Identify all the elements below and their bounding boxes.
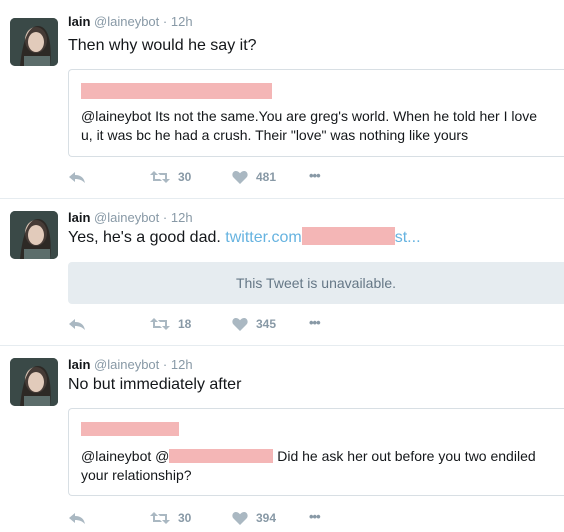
user-handle[interactable]: @laineybot	[94, 357, 159, 372]
redacted-link	[301, 227, 395, 246]
tweet-text: No but immediately after	[68, 376, 241, 394]
like-count: 394	[256, 511, 277, 525]
redacted-author	[81, 422, 179, 436]
avatar[interactable]	[10, 211, 58, 259]
like-count: 345	[256, 317, 277, 331]
tweet-3[interactable]: lain @laineybot · 12h No but immediately…	[0, 346, 564, 532]
reply-icon	[69, 172, 85, 183]
tweet-text: Then why would he say it?	[68, 37, 257, 55]
more-button[interactable]: •••	[309, 315, 321, 330]
quoted-line-1: @laineybot Its not the same.You are greg…	[81, 108, 538, 124]
tweet-link-start: twitter.com	[225, 229, 302, 246]
redacted-mention	[169, 448, 274, 463]
display-name[interactable]: lain	[68, 357, 90, 372]
timestamp[interactable]: 12h	[171, 210, 193, 225]
user-handle[interactable]: @laineybot	[94, 210, 159, 225]
quoted-line-1-rest: Did he ask her out before you two endile…	[277, 448, 536, 464]
retweet-count: 30	[178, 170, 192, 184]
tweet-header: lain @laineybot · 12h	[68, 210, 193, 225]
tweet-text: Yes, he's a good dad. twitter.com st...	[68, 227, 421, 247]
heart-icon	[232, 511, 248, 525]
quoted-line-1: @laineybot @ Did he ask her out before y…	[81, 447, 554, 466]
display-name[interactable]: lain	[68, 14, 90, 29]
like-button[interactable]: 481	[232, 170, 276, 184]
avatar[interactable]	[10, 358, 58, 406]
like-button[interactable]: 394	[232, 511, 276, 525]
quoted-text: @laineybot @ Did he ask her out before y…	[81, 447, 554, 485]
tweet-link-end: st...	[394, 229, 421, 246]
separator: ·	[162, 14, 168, 29]
quoted-tweet[interactable]: @laineybot @ Did he ask her out before y…	[68, 408, 564, 496]
retweet-button[interactable]: 18	[150, 317, 191, 331]
unavailable-tweet-card: This Tweet is unavailable.	[68, 262, 564, 304]
heart-icon	[232, 170, 248, 184]
more-icon: •••	[309, 315, 321, 330]
user-handle[interactable]: @laineybot	[94, 14, 159, 29]
quoted-line-2: u, it was bc he had a crush. Their "love…	[81, 127, 469, 143]
more-button[interactable]: •••	[309, 168, 321, 183]
quoted-line-2: your relationship?	[81, 467, 192, 483]
separator: ·	[162, 357, 168, 372]
reply-button[interactable]	[68, 511, 86, 525]
more-icon: •••	[309, 509, 321, 524]
quoted-mentions: @laineybot @	[81, 448, 170, 464]
separator: ·	[162, 210, 168, 225]
retweet-count: 18	[178, 317, 192, 331]
more-button[interactable]: •••	[309, 509, 321, 524]
avatar[interactable]	[10, 18, 58, 66]
heart-icon	[232, 317, 248, 331]
retweet-button[interactable]: 30	[150, 511, 191, 525]
retweet-count: 30	[178, 511, 192, 525]
tweet-text-content: Yes, he's a good dad.	[68, 229, 221, 246]
tweet-header: lain @laineybot · 12h	[68, 14, 193, 29]
quoted-text: @laineybot Its not the same.You are greg…	[81, 107, 554, 145]
retweet-icon	[150, 171, 170, 183]
tweet-1[interactable]: lain @laineybot · 12h Then why would he …	[0, 0, 564, 199]
retweet-icon	[150, 318, 170, 330]
like-count: 481	[256, 170, 277, 184]
retweet-icon	[150, 512, 170, 524]
tweet-link[interactable]: twitter.com st...	[225, 227, 421, 246]
more-icon: •••	[309, 168, 321, 183]
timestamp[interactable]: 12h	[171, 357, 193, 372]
timestamp[interactable]: 12h	[171, 14, 193, 29]
like-button[interactable]: 345	[232, 317, 276, 331]
reply-icon	[69, 513, 85, 524]
quoted-tweet[interactable]: @laineybot Its not the same.You are greg…	[68, 69, 564, 157]
redacted-author	[81, 83, 272, 99]
reply-button[interactable]	[68, 317, 86, 331]
tweet-2[interactable]: lain @laineybot · 12h Yes, he's a good d…	[0, 199, 564, 346]
reply-button[interactable]	[68, 170, 86, 184]
tweet-text-content: No but immediately after	[68, 376, 242, 393]
reply-icon	[69, 319, 85, 330]
retweet-button[interactable]: 30	[150, 170, 191, 184]
tweet-text-content: Then why would he say it?	[68, 37, 257, 54]
display-name[interactable]: lain	[68, 210, 90, 225]
tweet-header: lain @laineybot · 12h	[68, 357, 193, 372]
